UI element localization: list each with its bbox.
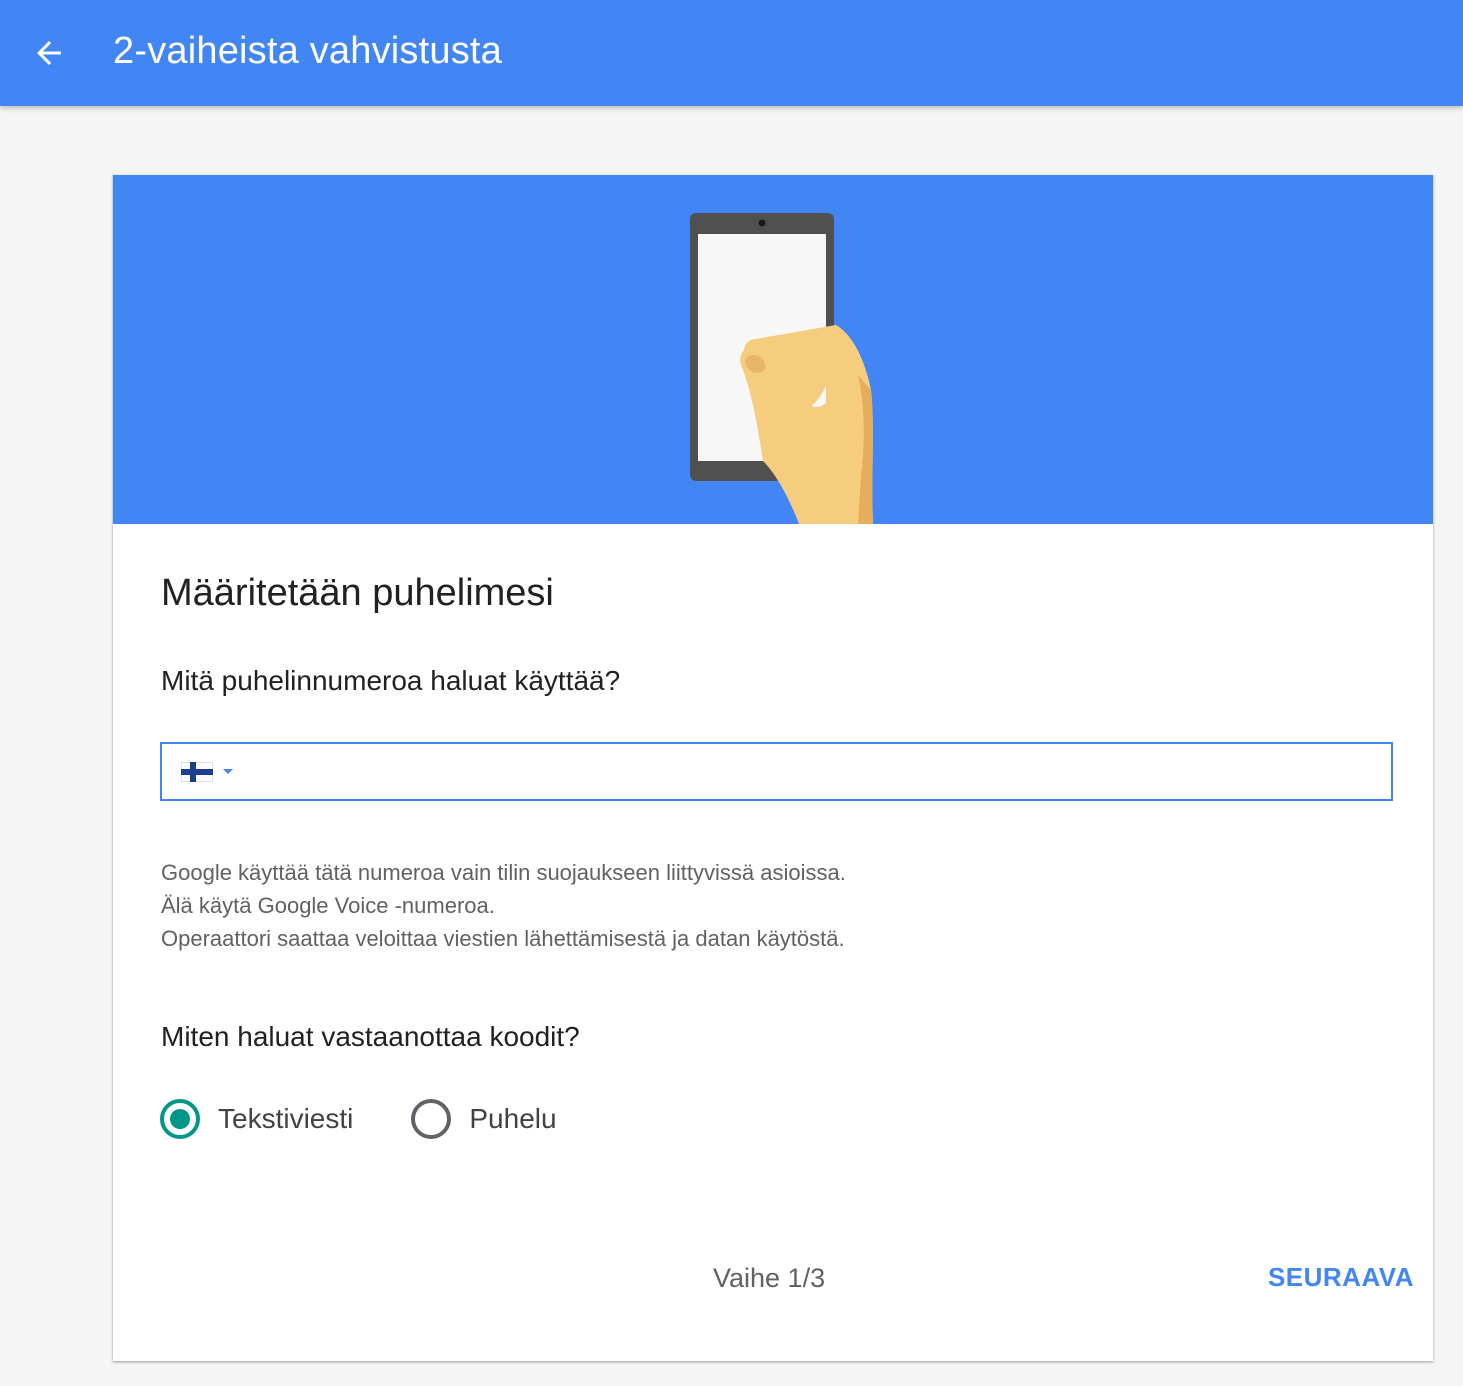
page-title: 2-vaiheista vahvistusta — [113, 30, 503, 72]
back-button[interactable] — [22, 26, 76, 80]
note-line: Google käyttää tätä numeroa vain tilin s… — [161, 860, 846, 885]
next-button[interactable]: SEURAAVA — [1268, 1259, 1414, 1295]
hero-banner — [113, 175, 1433, 524]
hand-holding-phone-illustration — [690, 213, 873, 524]
radio-label: Tekstiviesti — [218, 1103, 354, 1134]
delivery-method-question: Miten haluat vastaanottaa koodit? — [161, 1021, 580, 1052]
radio-checked-icon[interactable] — [160, 1099, 200, 1139]
caret-down-icon — [223, 769, 233, 774]
radio-option-text-message[interactable]: Tekstiviesti — [160, 1099, 353, 1139]
note-line: Älä käytä Google Voice -numeroa. — [161, 893, 495, 918]
phone-number-question: Mitä puhelinnumeroa haluat käyttää? — [161, 665, 621, 696]
card-title: Määritetään puhelimesi — [161, 572, 554, 614]
note-line: Operaattori saattaa veloittaa viestien l… — [161, 926, 845, 951]
radio-unchecked-icon[interactable] — [411, 1099, 452, 1139]
phone-usage-notes: Google käyttää tätä numeroa vain tilin s… — [161, 856, 846, 955]
country-code-select[interactable] — [181, 752, 233, 792]
phone-number-field[interactable] — [247, 745, 1391, 798]
phone-number-input-box — [160, 742, 1393, 801]
arrow-back-icon — [37, 41, 61, 65]
finland-flag-icon — [181, 761, 213, 782]
delivery-method-radio-group: Tekstiviesti Puhelu — [160, 1099, 615, 1139]
setup-card: Määritetään puhelimesi Mitä puhelinnumer… — [113, 175, 1433, 1361]
radio-option-voice-call[interactable]: Puhelu — [411, 1099, 557, 1139]
radio-label: Puhelu — [469, 1103, 557, 1134]
step-indicator: Vaihe 1/3 — [713, 1263, 826, 1293]
app-bar: 2-vaiheista vahvistusta — [0, 0, 1463, 106]
